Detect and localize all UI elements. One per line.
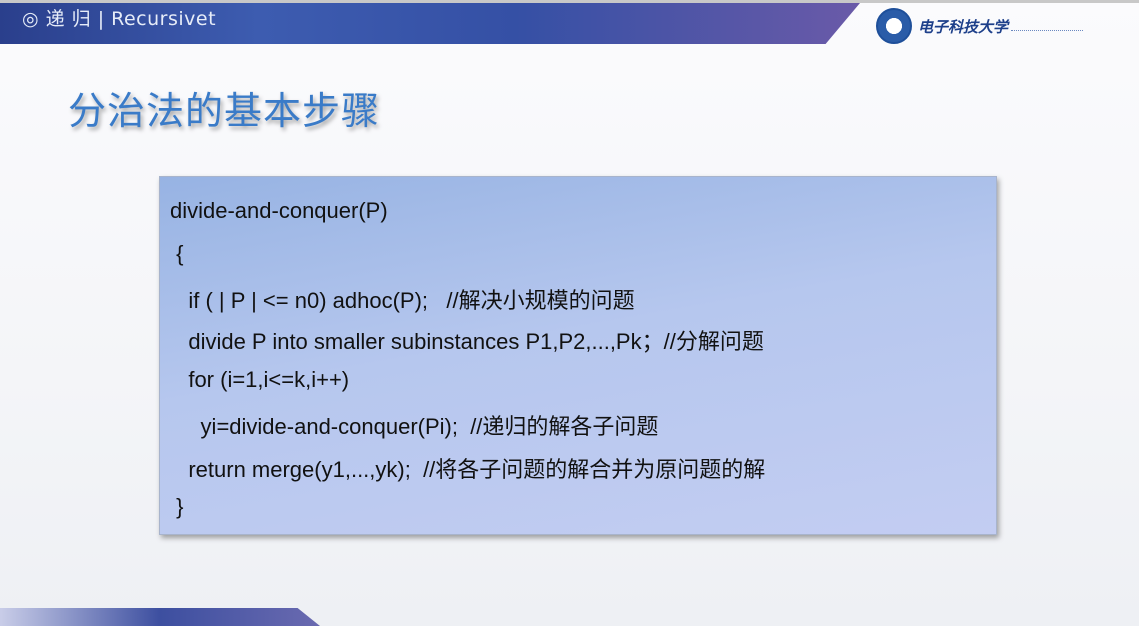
footer-decoration — [0, 608, 320, 626]
code-line: if ( | P | <= n0) adhoc(P); //解决小规模的问题 — [170, 288, 635, 313]
code-line: } — [170, 494, 184, 519]
university-name: 电子科技大学 — [918, 17, 1009, 36]
code-line: yi=divide-and-conquer(Pi); //递归的解各子问题 — [170, 414, 659, 439]
dotted-divider — [1011, 29, 1084, 31]
code-line: return merge(y1,...,yk); //将各子问题的解合并为原问题… — [170, 457, 766, 482]
code-line: divide P into smaller subinstances P1,P2… — [170, 329, 764, 354]
brand-label: ◎ 递 归 | Recursivet — [22, 8, 217, 30]
code-line: divide-and-conquer(P) — [170, 198, 388, 223]
window-top-bar — [0, 0, 1139, 3]
slide-title: 分治法的基本步骤 — [68, 89, 381, 133]
code-line: for (i=1,i<=k,i++) — [170, 367, 350, 392]
code-line: { — [170, 241, 184, 266]
pseudocode-box: divide-and-conquer(P) { if ( | P | <= n0… — [159, 176, 997, 535]
university-seal-icon — [876, 8, 912, 44]
university-logo: 电子科技大学 — [876, 8, 1084, 44]
